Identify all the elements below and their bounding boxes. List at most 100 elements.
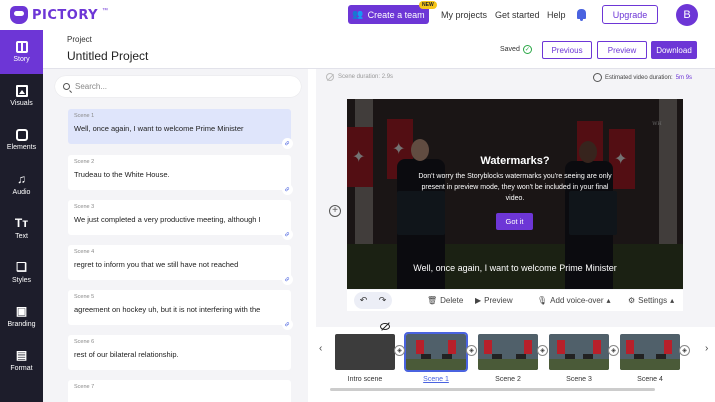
search-input[interactable]: Search... (75, 82, 107, 91)
undo-redo-group: ↶ ↷ (354, 292, 392, 309)
elements-icon (15, 129, 28, 141)
transition-icon[interactable]: ◈ (394, 345, 405, 356)
sidebar-item-elements[interactable]: Elements (0, 118, 43, 162)
scene-number: Scene 5 (74, 294, 95, 300)
timeline-label-intro: Intro scene (347, 376, 383, 383)
delete-button[interactable]: 🗑 Delete (427, 296, 463, 305)
sidebar-item-visuals[interactable]: Visuals (0, 74, 43, 118)
download-button[interactable]: Download (651, 41, 697, 59)
transition-icon[interactable]: ◈ (537, 345, 548, 356)
link-icon[interactable]: ∞ (279, 226, 296, 243)
got-it-button[interactable]: Got it (496, 213, 533, 230)
toolbar-preview-button[interactable]: ▶ Preview (475, 296, 513, 305)
sidebar-item-label: Audio (12, 188, 31, 196)
scene-number: Scene 7 (74, 384, 95, 390)
sidebar-item-format[interactable]: ▤ Format (0, 338, 43, 382)
scenes-scrollbar[interactable] (308, 69, 316, 402)
timeline-thumb-scene-4[interactable] (620, 334, 680, 370)
scene-text[interactable]: regret to inform you that we still have … (74, 260, 285, 269)
link-icon[interactable]: ∞ (279, 181, 296, 198)
scene-text[interactable]: agreement on hockey uh, but it is not in… (74, 305, 285, 314)
scene-text[interactable]: We just completed a very productive meet… (74, 215, 285, 224)
create-team-button[interactable]: 👥 Create a team (348, 5, 429, 24)
new-badge: NEW (419, 1, 437, 9)
video-caption[interactable]: Well, once again, I want to welcome Prim… (347, 263, 683, 273)
add-voice-over-button[interactable]: 🎙 Add voice-over ▴ (537, 296, 611, 305)
music-icon: ♫ (17, 171, 26, 186)
sidebar-item-audio[interactable]: ♫ Audio (0, 162, 43, 206)
format-icon: ▤ (15, 347, 28, 362)
sidebar-item-branding[interactable]: ▣ Branding (0, 294, 43, 338)
timeline-thumb-scene-1[interactable] (404, 332, 468, 372)
saved-status: Saved ✓ (500, 45, 532, 54)
settings-label: Settings (638, 296, 668, 305)
link-icon[interactable]: ∞ (279, 316, 296, 333)
scene-card-1[interactable]: Scene 1 Well, once again, I want to welc… (68, 109, 296, 152)
scene-card-2[interactable]: Scene 2 Trudeau to the White House. ∞ (68, 155, 296, 198)
voice-over-label: Add voice-over (550, 296, 604, 305)
timeline-thumb-intro[interactable] (335, 334, 395, 370)
my-projects-link[interactable]: My projects (441, 10, 487, 20)
transition-icon[interactable]: ◈ (679, 345, 690, 356)
get-started-link[interactable]: Get started (495, 10, 540, 20)
link-icon[interactable]: ∞ (279, 135, 296, 152)
timeline-scrollbar[interactable] (330, 388, 655, 391)
scenes-panel: Search... Scene 1 Well, once again, I wa… (43, 69, 316, 402)
scene-card-6[interactable]: Scene 6 rest of our bilateral relationsh… (68, 335, 291, 370)
scene-duration-label: Scene duration: 2.9s (338, 74, 394, 80)
bell-icon[interactable] (577, 9, 586, 21)
sidebar-item-styles[interactable]: ❏ Styles (0, 250, 43, 294)
scene-card-3[interactable]: Scene 3 We just completed a very product… (68, 200, 296, 243)
watermark-message: Don't worry the Storyblocks watermarks y… (418, 173, 612, 202)
help-link[interactable]: Help (547, 10, 566, 20)
sidebar-item-text[interactable]: Tт Text (0, 206, 43, 250)
upgrade-button[interactable]: Upgrade (602, 5, 658, 24)
search-icon (63, 83, 70, 90)
eye-off-icon[interactable] (380, 323, 390, 330)
story-icon (15, 41, 28, 53)
search-box[interactable]: Search... (55, 76, 301, 97)
project-title[interactable]: Untitled Project (67, 49, 148, 63)
delete-label: Delete (440, 296, 464, 305)
timeline-thumb-scene-3[interactable] (549, 334, 609, 370)
redo-icon[interactable]: ↷ (379, 295, 387, 306)
styles-icon: ❏ (16, 259, 27, 274)
preview-button[interactable]: Preview (597, 41, 647, 59)
saved-label: Saved (500, 46, 520, 53)
timeline-left-arrow[interactable]: ‹ (319, 343, 322, 354)
scene-card-4[interactable]: Scene 4 regret to inform you that we sti… (68, 245, 296, 288)
timeline-thumb-scene-2[interactable] (478, 334, 538, 370)
caret-up-icon: ▴ (606, 296, 611, 305)
timeline-label-scene-1: Scene 1 (423, 376, 449, 383)
avatar[interactable]: B (676, 4, 698, 26)
left-sidebar: Story Visuals Elements ♫ Audio Tт Text ❏… (0, 30, 43, 402)
scene-text[interactable]: Trudeau to the White House. (74, 170, 285, 179)
scene-card-5[interactable]: Scene 5 agreement on hockey uh, but it i… (68, 290, 296, 333)
scene-text[interactable]: rest of our bilateral relationship. (74, 350, 285, 359)
add-scene-icon[interactable]: + (329, 205, 341, 217)
previous-button[interactable]: Previous (542, 41, 592, 59)
scene-number: Scene 3 (74, 204, 95, 210)
preview-toolbar: ↶ ↷ 🗑 Delete ▶ Preview 🎙 Add voice-over … (347, 290, 683, 311)
scene-text[interactable]: Well, once again, I want to welcome Prim… (74, 124, 285, 133)
text-icon: Tт (14, 215, 29, 230)
sidebar-item-story[interactable]: Story (0, 30, 43, 74)
create-team-label: Create a team (367, 9, 425, 20)
trash-icon: 🗑 (427, 296, 438, 305)
link-icon[interactable]: ∞ (279, 271, 296, 288)
timeline-right-arrow[interactable]: › (705, 343, 708, 354)
scene-card-7[interactable]: Scene 7 (68, 380, 291, 402)
transition-icon[interactable]: ◈ (608, 345, 619, 356)
video-preview[interactable]: WH Watermarks? Don't worry the Storybloc… (347, 99, 683, 289)
brand-trademark: ™ (102, 8, 109, 14)
undo-icon[interactable]: ↶ (360, 295, 368, 306)
settings-button[interactable]: ⚙ Settings ▴ (628, 296, 674, 305)
timeline-label-scene-3: Scene 3 (566, 376, 592, 383)
pictory-logo[interactable]: PICTORY ™ (10, 6, 108, 24)
scene-number: Scene 4 (74, 249, 95, 255)
transition-icon[interactable]: ◈ (466, 345, 477, 356)
scene-number: Scene 2 (74, 159, 95, 165)
sidebar-item-label: Elements (6, 144, 37, 151)
estimated-duration-value: 5m 9s (675, 74, 693, 81)
estimated-duration: Estimated video duration: 5m 9s (593, 73, 692, 82)
